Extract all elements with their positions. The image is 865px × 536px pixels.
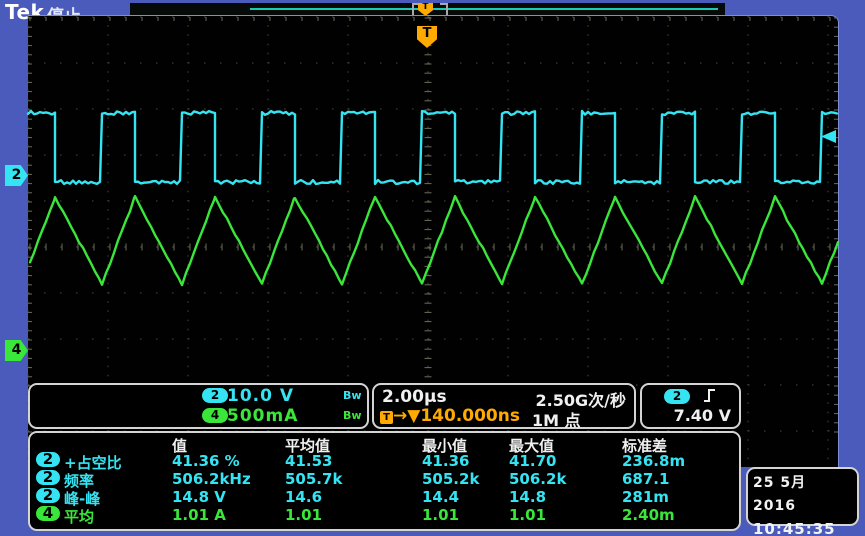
- mean-cell: 14.6: [285, 488, 322, 506]
- min-cell: 41.36: [422, 452, 469, 470]
- value-cell: 506.2kHz: [172, 470, 251, 488]
- trigger-source-badge: 2: [664, 389, 690, 404]
- ch4-badge: 4: [36, 506, 60, 521]
- stddev-cell: 281m: [622, 488, 669, 506]
- trigger-t-chip-icon: T: [380, 411, 393, 424]
- ch2-badge: 2: [36, 470, 60, 485]
- ch4-scale: 500mA: [227, 406, 298, 426]
- ch2-ground-marker: 2: [5, 165, 28, 186]
- mean-cell: 41.53: [285, 452, 332, 470]
- trigger-level: 7.40 V: [674, 406, 731, 425]
- ch4-bandwidth-icon: Bw: [343, 409, 362, 422]
- min-cell: 505.2k: [422, 470, 479, 488]
- stddev-cell: 236.8m: [622, 452, 685, 470]
- record-waveform-line: [250, 8, 718, 10]
- timebase-scale: 2.00μs: [382, 387, 447, 407]
- time-label: 10:45:35: [753, 518, 852, 536]
- stddev-cell: 687.1: [622, 470, 669, 488]
- value-cell: 1.01 A: [172, 506, 226, 524]
- ch2-badge: 2: [36, 452, 60, 467]
- horizontal-readout-box: 2.00μs 2.50G次/秒 T→▼140.000ns 1M 点: [372, 383, 636, 429]
- max-cell: 1.01: [509, 506, 546, 524]
- oscilloscope-screen: Tek 停止 T T 2 4 2 10.0 V Bw 4 500mA Bw 2.…: [0, 0, 865, 536]
- rising-edge-icon: [702, 387, 718, 404]
- trigger-readout-box: 2 7.40 V: [640, 383, 741, 429]
- mean-cell: 505.7k: [285, 470, 342, 488]
- max-cell: 14.8: [509, 488, 546, 506]
- ch2-badge: 2: [36, 488, 60, 503]
- ch2-badge: 2: [202, 388, 228, 403]
- max-cell: 41.70: [509, 452, 556, 470]
- datetime-box: 25 5月 2016 10:45:35: [746, 467, 859, 526]
- delay-value: →▼140.000ns: [393, 406, 520, 426]
- measurement-label: 平均: [64, 506, 94, 527]
- trigger-delay: T→▼140.000ns: [380, 406, 520, 426]
- min-cell: 14.4: [422, 488, 459, 506]
- channel-readout-box: 2 10.0 V Bw 4 500mA Bw: [28, 383, 369, 429]
- ch4-ground-marker: 4: [5, 340, 28, 361]
- date-label: 25 5月 2016: [753, 472, 852, 518]
- ch2-scale: 10.0 V: [227, 386, 294, 406]
- ch4-badge: 4: [202, 408, 228, 423]
- record-length: 1M 点: [532, 407, 581, 431]
- min-cell: 1.01: [422, 506, 459, 524]
- value-cell: 41.36 %: [172, 452, 240, 470]
- measurement-table: 值 平均值 最小值 最大值 标准差 2 +占空比 41.36 % 41.53 4…: [28, 431, 741, 531]
- max-cell: 506.2k: [509, 470, 566, 488]
- stddev-cell: 2.40m: [622, 506, 675, 524]
- mean-cell: 1.01: [285, 506, 322, 524]
- ch2-bandwidth-icon: Bw: [343, 389, 362, 402]
- value-cell: 14.8 V: [172, 488, 226, 506]
